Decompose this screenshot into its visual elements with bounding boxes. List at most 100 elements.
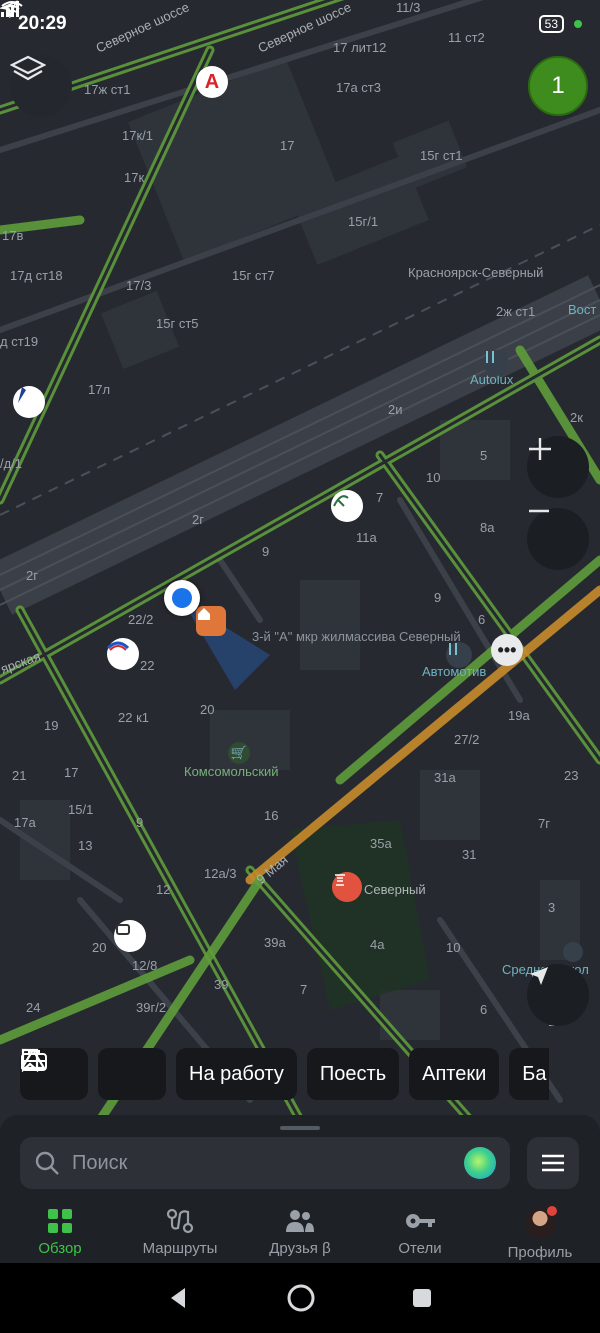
- my-location-button[interactable]: [527, 964, 589, 1026]
- car-service-icon[interactable]: [483, 350, 509, 376]
- map-label: 11а: [356, 530, 377, 545]
- zoom-in-button[interactable]: [527, 436, 589, 498]
- layers-button[interactable]: [10, 55, 72, 117]
- quick-actions: На работу Поесть Аптеки Ба: [20, 1048, 550, 1100]
- map-label: 17: [64, 765, 79, 780]
- map-view[interactable]: 17 лит12 17ж ст1 17а ст3 17к/1 17 15г ст…: [0, 0, 600, 1140]
- map-label: 9: [434, 590, 442, 605]
- map-label: 22: [140, 658, 155, 673]
- map-label: 35а: [370, 836, 392, 851]
- tab-label: Обзор: [38, 1240, 82, 1257]
- briefcase-icon: [21, 1050, 47, 1071]
- poi-label-severny: Северный: [364, 882, 426, 897]
- layers-icon: [10, 55, 46, 81]
- notifications-button[interactable]: [20, 1048, 166, 1100]
- map-label: 17а: [14, 815, 36, 830]
- map-label: 15г ст1: [420, 148, 463, 163]
- map-label: 12а/3: [204, 866, 237, 881]
- school-icon[interactable]: [563, 942, 583, 962]
- map-label: 2и: [388, 402, 403, 417]
- map-label: 6: [478, 612, 486, 627]
- map-label: 39г/2: [136, 1000, 167, 1015]
- search-input[interactable]: Поиск: [20, 1137, 510, 1189]
- tab-hotels[interactable]: Отели: [360, 1198, 480, 1263]
- recents-icon[interactable]: [411, 1287, 433, 1309]
- map-label: 2к: [570, 410, 583, 425]
- map-label: 17к/1: [122, 128, 153, 143]
- compass-arrow-icon: [530, 967, 548, 985]
- map-label: 2г: [192, 512, 204, 527]
- route-icon: [166, 1208, 194, 1234]
- map-label: 24: [26, 1000, 41, 1015]
- map-label: 22/2: [128, 612, 154, 627]
- map-label: 31а: [434, 770, 456, 785]
- voice-assistant-icon[interactable]: [464, 1147, 496, 1179]
- map-label: 4а: [370, 937, 385, 952]
- map-label: 6: [480, 1002, 488, 1017]
- map-label: 17д ст18: [10, 268, 63, 283]
- back-icon[interactable]: [167, 1286, 191, 1310]
- map-label: 12: [156, 882, 171, 897]
- chat-bubble-icon[interactable]: •••: [491, 634, 523, 666]
- profile-notification-dot: [547, 1206, 557, 1216]
- to-work-label: На работу: [189, 1062, 284, 1085]
- map-label: 27/2: [454, 732, 480, 747]
- post-office-icon[interactable]: [107, 638, 139, 670]
- plus-icon: [529, 438, 551, 460]
- map-label: 39: [214, 977, 229, 992]
- status-time: 20:29: [18, 13, 67, 34]
- map-label: 31: [462, 847, 477, 862]
- map-label: 3: [548, 900, 556, 915]
- map-label: 23: [564, 768, 579, 783]
- map-label: 17к: [124, 170, 145, 185]
- tab-friends[interactable]: Друзья β: [240, 1198, 360, 1263]
- car-service-icon[interactable]: [446, 642, 472, 668]
- map-label: 7: [376, 490, 384, 505]
- store-icon[interactable]: [331, 490, 363, 522]
- monument-icon[interactable]: [332, 872, 362, 902]
- cafe-icon[interactable]: [114, 920, 146, 952]
- poi-label-komsomolsky: Комсомольский: [184, 764, 279, 779]
- map-label: 17л: [88, 382, 111, 397]
- eat-label: Поесть: [319, 1062, 387, 1085]
- tab-routes[interactable]: Маршруты: [120, 1198, 240, 1263]
- map-label: 22 к1: [118, 710, 149, 725]
- to-work-chip[interactable]: На работу: [21, 1048, 297, 1100]
- tab-overview[interactable]: Обзор: [0, 1198, 120, 1263]
- eat-chip[interactable]: Поесть: [306, 1048, 400, 1100]
- map-label: 8а: [480, 520, 495, 535]
- map-label: 17в: [2, 228, 24, 243]
- system-navigation-bar: [0, 1263, 600, 1333]
- map-label: 20: [92, 940, 107, 955]
- tab-label: Маршруты: [142, 1240, 218, 1257]
- camera-dot-icon: [574, 20, 582, 28]
- map-label: 15г ст7: [232, 268, 275, 283]
- notification-badge[interactable]: 1: [528, 56, 588, 116]
- zoom-out-button[interactable]: [527, 508, 589, 570]
- wifi-icon: [1, 1, 23, 17]
- home-button-icon[interactable]: [286, 1283, 316, 1313]
- map-label: 15/1: [68, 802, 94, 817]
- minus-icon: [529, 509, 549, 513]
- map-label: д ст19: [0, 334, 39, 349]
- map-label: 7г: [538, 816, 550, 831]
- tab-profile[interactable]: Профиль: [480, 1198, 600, 1263]
- map-label: 2г: [26, 568, 38, 583]
- friends-icon: [286, 1210, 314, 1232]
- bank-icon[interactable]: [13, 386, 45, 418]
- map-label: 17ж ст1: [84, 82, 131, 97]
- pharmacy-chip[interactable]: Аптеки: [409, 1048, 500, 1100]
- district-label: 3-й "А" мкр жилмассива Северный: [252, 629, 461, 644]
- map-label: 2ж ст1: [496, 304, 536, 319]
- more-chip[interactable]: Ба: [509, 1048, 550, 1100]
- map-label: 39а: [264, 935, 286, 950]
- shopping-cart-icon[interactable]: 🛒: [228, 742, 250, 764]
- home-icon[interactable]: [196, 606, 226, 636]
- map-label: 10: [426, 470, 441, 485]
- poi-label-vost: Вост: [568, 302, 597, 317]
- sheet-handle[interactable]: [280, 1126, 320, 1130]
- hamburger-icon: [542, 1154, 564, 1172]
- map-label: 19: [44, 718, 59, 733]
- menu-button[interactable]: [527, 1137, 579, 1189]
- gas-station-icon[interactable]: A: [196, 66, 228, 98]
